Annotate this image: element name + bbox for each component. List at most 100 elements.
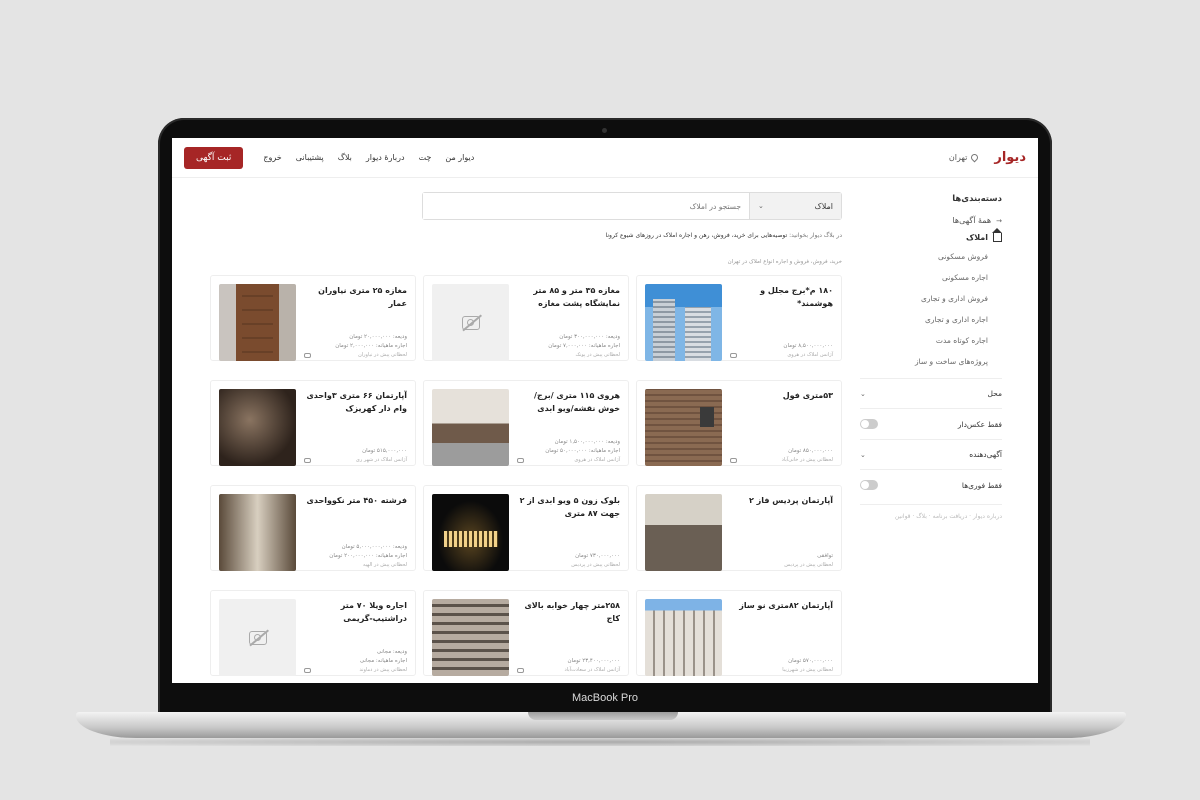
listing-card[interactable]: ۲۵۸متر چهار خوابه بالای کاج ۲۳,۴۰۰,۰۰۰,۰۰… xyxy=(423,590,629,676)
listing-card[interactable]: هروی ۱۱۵ متری /برج/خوش نقشه/ویو ابدی ودیع… xyxy=(423,380,629,466)
house-icon xyxy=(992,228,1002,242)
filter-photo-only: فقط عکس‌دار xyxy=(860,408,1002,439)
subcategory-item[interactable]: فروش مسکونی xyxy=(860,252,988,261)
listing-footer: لحظاتی پیش در خانی‌آباد xyxy=(730,456,833,465)
no-image-icon xyxy=(248,630,267,645)
post-ad-button[interactable]: ثبت آگهی xyxy=(184,146,244,169)
nav-about[interactable]: دربارهٔ دیوار xyxy=(366,153,405,162)
sidebar-item-real-estate[interactable]: املاک xyxy=(860,228,1002,242)
nav-chat[interactable]: چت xyxy=(419,153,432,162)
listing-meta: لحظاتی پیش در دماوند xyxy=(359,667,407,673)
subcategory-item[interactable]: اجاره مسکونی xyxy=(860,273,988,282)
chat-icon xyxy=(304,668,311,673)
sidebar-all-label: همهٔ آگهی‌ها xyxy=(952,216,992,225)
city-selector[interactable]: تهران xyxy=(948,152,980,163)
divar-logo[interactable]: دیوار xyxy=(994,150,1026,165)
urgent-only-toggle[interactable] xyxy=(860,480,878,490)
main-nav: دیوار من چت دربارهٔ دیوار بلاگ پشتیبانی … xyxy=(184,146,474,169)
subcategory-item[interactable]: اجاره اداری و تجاری xyxy=(860,315,988,324)
listing-meta: آژانس املاک در شهر ری xyxy=(355,457,407,463)
sidebar-footer-links[interactable]: درباره دیوار · دریافت برنامه · بلاگ · قو… xyxy=(860,504,1002,520)
listing-body: مغازه ۲۵ متری نیاوران عمار ودیعه: ۲۰,۰۰۰,… xyxy=(304,284,407,360)
filter-label: فقط فوری‌ها xyxy=(961,480,1002,490)
laptop-notch xyxy=(528,712,678,720)
search-category-select[interactable]: املاک ⌄ xyxy=(749,193,841,219)
listing-title: مغازه ۳۵ متر و ۸۵ متر نمایشگاه پشت مغازه xyxy=(533,286,620,308)
listing-price-block: ۲۳,۴۰۰,۰۰۰,۰۰۰ تومان xyxy=(517,657,620,666)
filter-label: فقط عکس‌دار xyxy=(957,419,1002,429)
listing-footer: لحظاتی پیش در پردیس xyxy=(730,561,833,570)
nav-blog[interactable]: بلاگ xyxy=(338,153,352,162)
listing-footer: آژانس املاک در شهر ری xyxy=(304,456,407,465)
listing-card[interactable]: ۵۳متری فول ۸۵۰,۰۰۰,۰۰۰ تومان لحظاتی پیش در… xyxy=(636,380,842,466)
search-bar: املاک ⌄ xyxy=(422,192,842,220)
search-category-label: املاک xyxy=(814,201,833,211)
listing-card[interactable]: ۱۸۰ م*برج مجلل و هوشمند* ۸,۵۰۰,۰۰۰,۰۰۰ تو… xyxy=(636,275,842,361)
listing-card[interactable]: مغازه ۳۵ متر و ۸۵ متر نمایشگاه پشت مغازه… xyxy=(423,275,629,361)
subcategory-item[interactable]: فروش اداری و تجاری xyxy=(860,294,988,303)
subcategory-item[interactable]: اجاره کوتاه مدت xyxy=(860,336,988,345)
listing-price: ودیعه: ۱,۵۰۰,۰۰۰,۰۰۰ تومان xyxy=(554,439,620,445)
city-label: تهران xyxy=(948,153,968,162)
listing-photo xyxy=(219,389,296,466)
chat-icon xyxy=(730,353,737,358)
nav-logout[interactable]: خروج xyxy=(263,153,281,162)
listing-price-block: ودیعه: مجانی اجاره ماهیانه: مجانی xyxy=(304,648,407,666)
listing-footer: آژانس املاک در سعادت‌آباد xyxy=(517,666,620,675)
listing-meta: آژانس املاک در هروی xyxy=(787,352,833,358)
listing-card[interactable]: آپارتمان پردیس فاز ۲ توافقی لحظاتی پیش در … xyxy=(636,485,842,571)
nav-support[interactable]: پشتیبانی xyxy=(296,153,324,162)
listing-card[interactable]: مغازه ۲۵ متری نیاوران عمار ودیعه: ۲۰,۰۰۰,… xyxy=(210,275,416,361)
listing-title: ۲۵۸متر چهار خوابه بالای کاج xyxy=(524,601,620,623)
listing-price-block: ودیعه: ۱,۵۰۰,۰۰۰,۰۰۰ تومان اجاره ماهیانه:… xyxy=(517,438,620,456)
screen: دیوار تهران دیوار من چت دربارهٔ دیوار بل… xyxy=(172,138,1038,683)
main-content: املاک ⌄ در بلاگ دیوار بخوانید: توصیه‌های… xyxy=(210,192,842,676)
listing-price: ۸,۵۰۰,۰۰۰,۰۰۰ تومان xyxy=(783,343,833,349)
listing-body: ۲۵۸متر چهار خوابه بالای کاج ۲۳,۴۰۰,۰۰۰,۰۰… xyxy=(517,599,620,675)
listing-title: آپارتمان پردیس فاز ۲ xyxy=(748,496,833,505)
listing-title: فرشته ۴۵۰ متر نکوواحدی xyxy=(306,496,407,505)
photo-only-toggle[interactable] xyxy=(860,419,878,429)
blog-intro[interactable]: در بلاگ دیوار بخوانید: توصیه‌هایی برای خ… xyxy=(422,232,842,239)
listing-price: ۵۷۰,۰۰۰,۰۰۰ تومان xyxy=(788,658,833,664)
laptop-shadow xyxy=(110,738,1090,746)
listing-card[interactable]: بلوک زون ۵ ویو ابدی از ۲ جهت ۸۷ متری ۷۳۰,… xyxy=(423,485,629,571)
listing-title: آپارتمان ۸۲متری نو ساز xyxy=(739,601,833,610)
filter-label: محل xyxy=(987,389,1002,398)
listing-footer: لحظاتی پیش در شهرزیبا xyxy=(730,666,833,675)
listing-footer: لحظاتی پیش در الهیه xyxy=(304,561,407,570)
listing-body: اجاره ویلا ۷۰ متر دراشتیب-گریمی ودیعه: مج… xyxy=(304,599,407,675)
listing-price: توافقی xyxy=(817,553,833,559)
listing-body: آپارتمان ۶۶ متری ۳واحدی وام دار کهریزک ۵۱… xyxy=(304,389,407,465)
filter-location[interactable]: محل ⌄ xyxy=(860,378,1002,408)
listing-price-block: توافقی xyxy=(730,552,833,561)
listing-price: اجاره ماهیانه: ۷,۰۰۰,۰۰۰ تومان xyxy=(548,343,620,349)
listing-meta: لحظاتی پیش در نیاوران xyxy=(358,352,407,358)
listing-meta: لحظاتی پیش در خانی‌آباد xyxy=(781,457,833,463)
listing-footer: لحظاتی پیش در دماوند xyxy=(304,666,407,675)
listing-card[interactable]: آپارتمان ۶۶ متری ۳واحدی وام دار کهریزک ۵۱… xyxy=(210,380,416,466)
listing-body: مغازه ۳۵ متر و ۸۵ متر نمایشگاه پشت مغازه… xyxy=(517,284,620,360)
listing-price-block: ۷۳۰,۰۰۰,۰۰۰ تومان xyxy=(517,552,620,561)
listing-title: مغازه ۲۵ متری نیاوران عمار xyxy=(318,286,407,308)
search-input[interactable] xyxy=(423,193,749,219)
listing-meta: آژانس املاک در هروی xyxy=(574,457,620,463)
listing-card[interactable]: اجاره ویلا ۷۰ متر دراشتیب-گریمی ودیعه: مج… xyxy=(210,590,416,676)
listing-price-block: ۸,۵۰۰,۰۰۰,۰۰۰ تومان xyxy=(730,342,833,351)
listing-card[interactable]: آپارتمان ۸۲متری نو ساز ۵۷۰,۰۰۰,۰۰۰ تومان ل… xyxy=(636,590,842,676)
listing-body: هروی ۱۱۵ متری /برج/خوش نقشه/ویو ابدی ودیع… xyxy=(517,389,620,465)
listing-card[interactable]: فرشته ۴۵۰ متر نکوواحدی ودیعه: ۵,۰۰۰,۰۰۰,۰… xyxy=(210,485,416,571)
listing-body: بلوک زون ۵ ویو ابدی از ۲ جهت ۸۷ متری ۷۳۰,… xyxy=(517,494,620,570)
listing-photo xyxy=(432,494,509,571)
category-sidebar: دسته‌بندی‌ها → همهٔ آگهی‌ها املاک فروش م… xyxy=(860,194,1002,520)
chat-icon xyxy=(517,668,524,673)
sidebar-item-all-ads[interactable]: → همهٔ آگهی‌ها xyxy=(860,216,1002,225)
chat-icon xyxy=(517,458,524,463)
listing-price-block: ۵۷۰,۰۰۰,۰۰۰ تومان xyxy=(730,657,833,666)
camera-icon xyxy=(602,128,607,133)
device-model-label: MacBook Pro xyxy=(571,692,639,704)
subcategory-item[interactable]: پروژه‌های ساخت و ساز xyxy=(860,357,988,366)
nav-my-divar[interactable]: دیوار من xyxy=(445,153,474,162)
listing-meta: لحظاتی پیش در الهیه xyxy=(362,562,407,568)
filter-advertiser[interactable]: آگهی‌دهنده ⌄ xyxy=(860,439,1002,469)
